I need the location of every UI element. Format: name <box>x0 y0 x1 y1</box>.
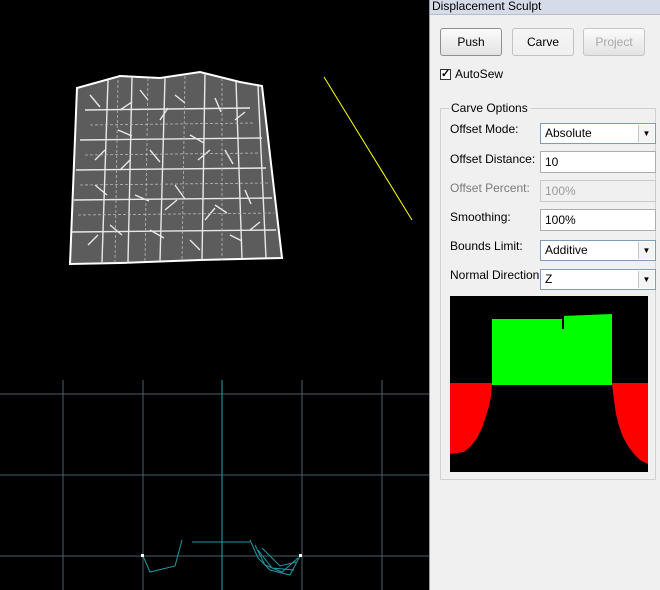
sculpt-mesh <box>68 70 284 266</box>
guide-line <box>323 76 413 221</box>
viewport-perspective[interactable] <box>0 0 429 382</box>
chevron-down-icon[interactable]: ▼ <box>638 271 654 288</box>
smoothing-label: Smoothing: <box>450 210 511 224</box>
push-button[interactable]: Push <box>440 28 502 56</box>
carve-button[interactable]: Carve <box>512 28 574 56</box>
offset-distance-input[interactable]: 10 <box>540 151 656 173</box>
autosew-label: AutoSew <box>455 67 504 81</box>
offset-distance-label: Offset Distance: <box>450 152 536 166</box>
falloff-preview <box>450 296 648 472</box>
check-icon[interactable]: ✓ <box>440 68 451 80</box>
normal-direction-select[interactable]: Z ▼ <box>540 269 656 290</box>
chevron-down-icon[interactable]: ▼ <box>638 242 654 259</box>
carve-options-title: Carve Options <box>449 101 530 115</box>
project-button[interactable]: Project <box>583 28 645 56</box>
offset-mode-label: Offset Mode: <box>450 122 519 136</box>
viewport-front-canvas <box>0 380 429 590</box>
offset-mode-select[interactable]: Absolute ▼ <box>540 123 656 144</box>
preview-green-region <box>492 314 612 385</box>
autosew-checkbox[interactable]: ✓ AutoSew <box>440 67 503 81</box>
viewport-front[interactable] <box>0 380 429 590</box>
viewport-perspective-canvas <box>14 70 413 382</box>
vertex-marker[interactable] <box>299 554 302 557</box>
preview-notch <box>562 314 564 329</box>
preview-red-right <box>612 383 648 464</box>
grid <box>0 380 429 590</box>
displacement-sculpt-panel: Displacement Sculpt Push Carve Project ✓… <box>429 0 660 590</box>
offset-mode-value: Absolute <box>545 126 592 140</box>
panel-title: Displacement Sculpt <box>430 0 660 15</box>
normal-direction-label: Normal Direction: <box>450 268 543 282</box>
bounds-limit-select[interactable]: Additive ▼ <box>540 240 656 261</box>
bounds-limit-label: Bounds Limit: <box>450 239 523 253</box>
chevron-down-icon[interactable]: ▼ <box>638 125 654 142</box>
vertex-marker[interactable] <box>141 554 144 557</box>
offset-percent-input: 100% <box>540 180 656 202</box>
normal-direction-value: Z <box>545 272 553 286</box>
preview-red-left <box>450 383 492 454</box>
smoothing-input[interactable]: 100% <box>540 209 656 231</box>
bounds-limit-value: Additive <box>545 243 588 257</box>
offset-percent-label: Offset Percent: <box>450 181 530 195</box>
